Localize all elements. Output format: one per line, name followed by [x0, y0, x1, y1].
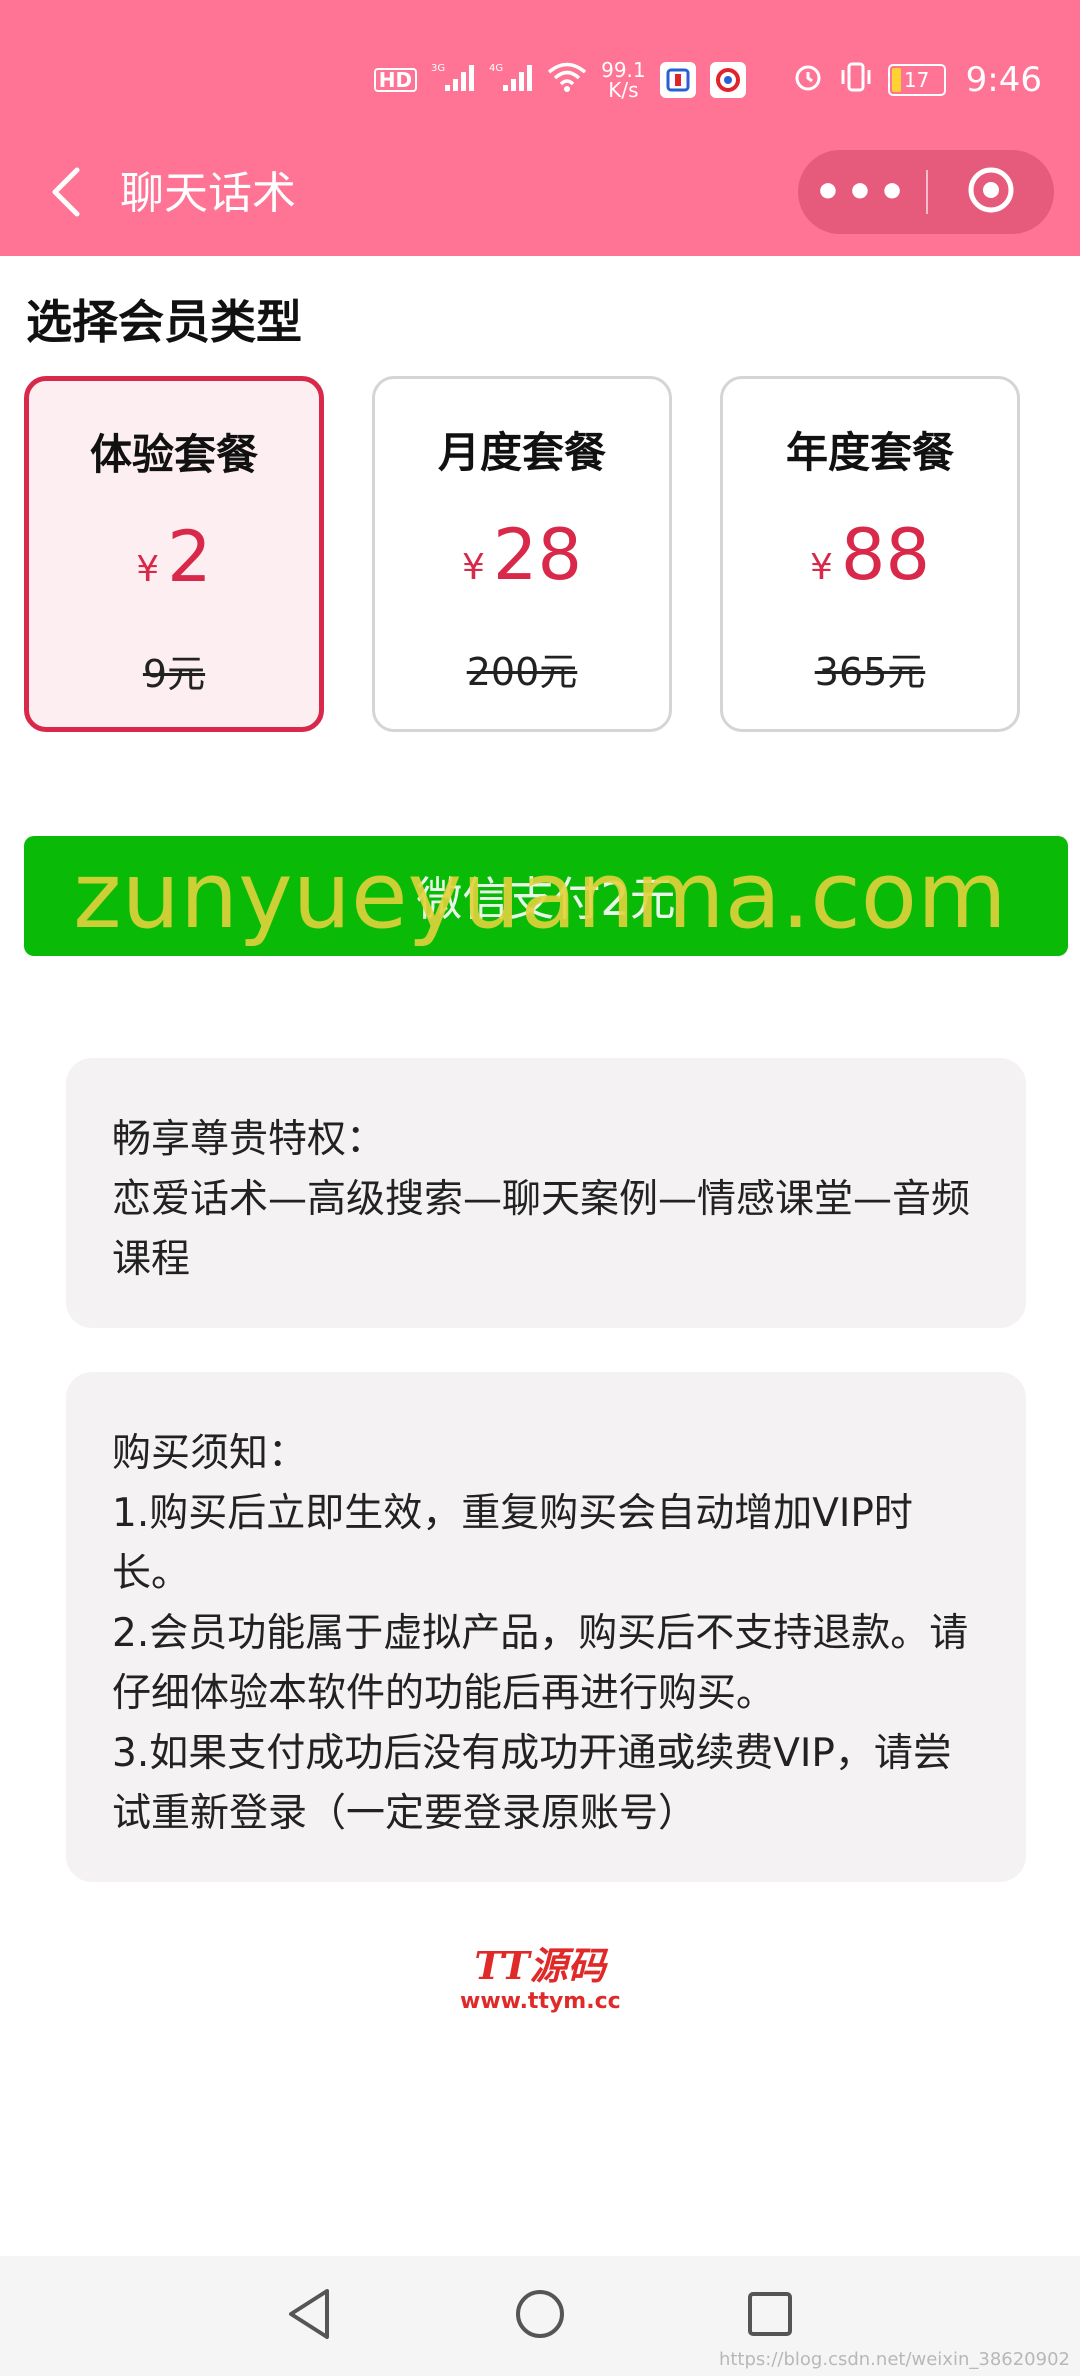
more-button[interactable]: •••	[798, 150, 926, 234]
plan-card-yearly[interactable]: 年度套餐 ¥88 365元	[720, 376, 1020, 732]
notice-line: 1.购买后立即生效，重复购买会自动增加VIP时长。	[112, 1491, 913, 1596]
net-speed-value: 99.1	[601, 58, 646, 82]
section-title: 选择会员类型	[26, 295, 302, 349]
page: HD 3G 4G 99.1 K/s 17 9:46 聊天话术 ••• 选择会员类…	[0, 0, 1080, 2376]
battery-fill	[891, 68, 901, 92]
site-logo: TT源码 www.ttym.cc	[460, 1943, 621, 2016]
app-icon	[709, 62, 746, 98]
notice-line: 2.会员功能属于虚拟产品，购买后不支持退款。请仔细体验本软件的功能后再进行购买。	[112, 1611, 969, 1716]
net-speed: 99.1 K/s	[601, 60, 646, 100]
plan-price: ¥2	[29, 517, 319, 610]
plan-price: ¥88	[723, 515, 1017, 608]
mini-program-capsule: •••	[798, 150, 1054, 234]
system-navigation-bar: https://blog.csdn.net/weixin_38620902	[0, 2256, 1080, 2376]
more-dots-icon: •••	[813, 166, 911, 218]
alarm-icon	[792, 61, 824, 99]
plan-price: ¥28	[375, 515, 669, 608]
circle-home-icon	[513, 2287, 567, 2345]
battery-level: 17	[903, 68, 930, 92]
signal-icon: 3G	[431, 61, 475, 99]
plan-price-value: 28	[492, 514, 582, 596]
privilege-text: 恋爱话术—高级搜索—聊天案例—情感课堂—音频课程	[112, 1177, 971, 1282]
signal-icon: 4G	[489, 61, 533, 99]
currency-symbol: ¥	[136, 549, 160, 590]
net-speed-unit: K/s	[608, 78, 639, 102]
purchase-notice-panel: 购买须知： 1.购买后立即生效，重复购买会自动增加VIP时长。 2.会员功能属于…	[66, 1372, 1026, 1882]
back-button[interactable]	[36, 162, 96, 226]
plan-original-price: 365元	[814, 650, 926, 694]
app-icon	[659, 62, 696, 98]
plan-card-monthly[interactable]: 月度套餐 ¥28 200元	[372, 376, 672, 732]
plan-name: 体验套餐	[89, 430, 258, 479]
network-2-label: 4G	[489, 63, 503, 74]
source-watermark: https://blog.csdn.net/weixin_38620902	[718, 2349, 1070, 2370]
privilege-panel: 畅享尊贵特权： 恋爱话术—高级搜索—聊天案例—情感课堂—音频课程	[66, 1058, 1026, 1328]
logo-text: TT源码	[474, 1943, 606, 1988]
plan-price-value: 2	[167, 516, 212, 598]
network-1-label: 3G	[431, 63, 445, 74]
notice-line: 3.如果支付成功后没有成功开通或续费VIP，请尝试重新登录（一定要登录原账号）	[112, 1731, 952, 1836]
logo-url: www.ttym.cc	[460, 1989, 621, 2014]
currency-symbol: ¥	[810, 547, 833, 588]
page-title: 聊天话术	[120, 168, 296, 219]
battery-icon: 17	[887, 64, 946, 96]
target-circle-icon	[967, 166, 1015, 218]
plan-name: 年度套餐	[785, 428, 954, 477]
close-mini-program-button[interactable]	[928, 150, 1054, 234]
square-recents-icon	[745, 2289, 795, 2343]
plan-original-price: 9元	[142, 652, 206, 696]
system-recents-button[interactable]	[740, 2286, 800, 2346]
currency-symbol: ¥	[462, 547, 485, 588]
header: HD 3G 4G 99.1 K/s 17 9:46 聊天话术 •••	[0, 0, 1080, 256]
status-time: 9:46	[965, 60, 1042, 100]
system-home-button[interactable]	[510, 2286, 570, 2346]
plan-price-value: 88	[840, 514, 930, 596]
notice-title: 购买须知：	[112, 1431, 308, 1476]
plan-name: 月度套餐	[437, 428, 606, 477]
plan-list: 体验套餐 ¥2 9元 月度套餐 ¥28 200元 年度套餐 ¥88 365元	[24, 376, 1024, 732]
privilege-title: 畅享尊贵特权：	[112, 1117, 386, 1162]
system-back-button[interactable]	[280, 2286, 340, 2346]
nav-bar: 聊天话术 •••	[0, 150, 1080, 240]
chevron-left-icon	[49, 166, 83, 222]
wifi-icon	[547, 61, 587, 99]
plan-original-price: 200元	[466, 650, 578, 694]
hd-icon: HD	[373, 68, 418, 92]
triangle-back-icon	[285, 2287, 335, 2345]
wechat-pay-button[interactable]: 微信支付2元	[24, 836, 1068, 956]
status-bar: HD 3G 4G 99.1 K/s 17 9:46	[373, 50, 1042, 110]
plan-card-trial[interactable]: 体验套餐 ¥2 9元	[24, 376, 324, 732]
vibrate-icon	[838, 61, 874, 99]
